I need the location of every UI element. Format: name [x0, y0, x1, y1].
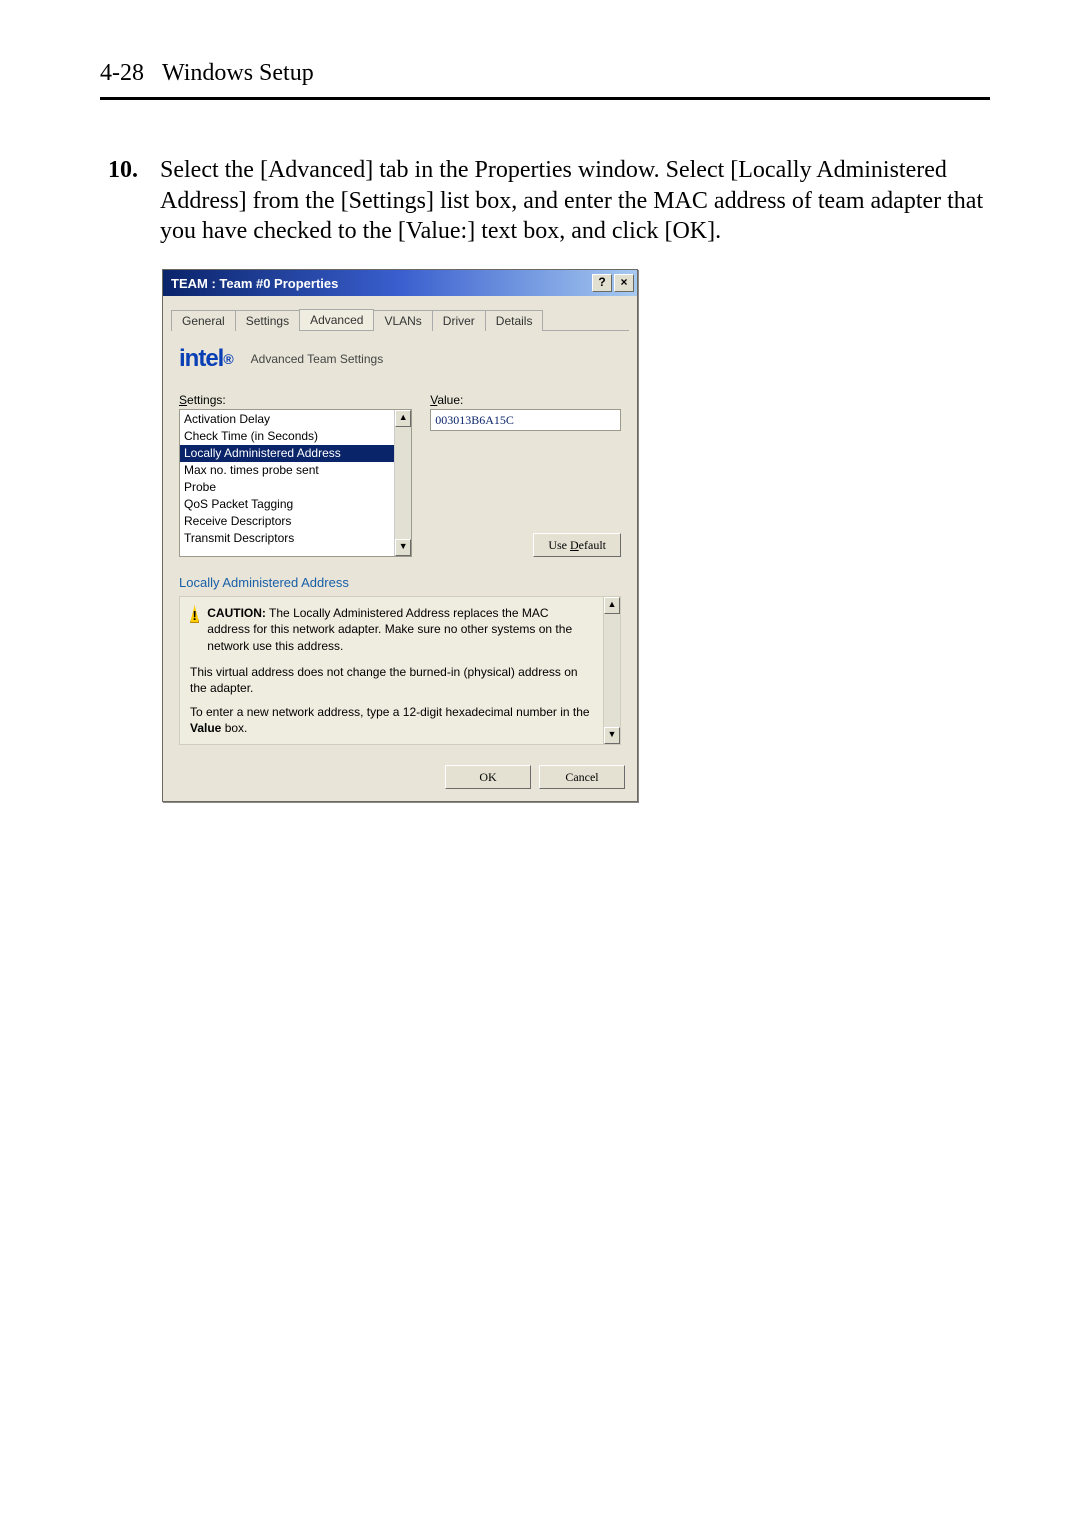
list-item[interactable]: Receive Descriptors	[180, 513, 394, 530]
titlebar: TEAM : Team #0 Properties ? ×	[163, 270, 637, 296]
list-item[interactable]: Max no. times probe sent	[180, 462, 394, 479]
panel-subtitle: Advanced Team Settings	[251, 352, 384, 366]
tab-driver[interactable]: Driver	[432, 310, 486, 331]
scroll-up-icon[interactable]: ▲	[604, 597, 620, 614]
list-item[interactable]: Activation Delay	[180, 411, 394, 428]
description-paragraph: This virtual address does not change the…	[190, 664, 593, 696]
settings-label: Settings:	[179, 393, 412, 407]
tab-advanced[interactable]: Advanced	[299, 309, 374, 330]
list-item[interactable]: QoS Packet Tagging	[180, 496, 394, 513]
tab-strip: General Settings Advanced VLANs Driver D…	[171, 306, 629, 330]
step-number: 10.	[100, 155, 138, 184]
value-input[interactable]	[430, 409, 621, 431]
tab-content-advanced: intel® Advanced Team Settings Settings: …	[163, 331, 637, 755]
running-header: 4-28 Windows Setup	[100, 60, 990, 87]
dialog-button-row: OK Cancel	[163, 755, 637, 801]
tab-vlans[interactable]: VLANs	[373, 310, 432, 331]
scroll-up-icon[interactable]: ▲	[395, 410, 411, 427]
value-label: Value:	[430, 393, 621, 407]
close-button[interactable]: ×	[614, 274, 634, 292]
scroll-down-icon[interactable]: ▼	[604, 727, 620, 744]
description-scrollbar[interactable]: ▲ ▼	[604, 596, 621, 745]
selected-setting-name: Locally Administered Address	[179, 575, 621, 590]
tab-settings[interactable]: Settings	[235, 310, 300, 331]
list-scrollbar[interactable]: ▲ ▼	[394, 410, 411, 556]
tab-details[interactable]: Details	[485, 310, 544, 331]
warning-icon	[190, 605, 199, 623]
intel-logo: intel®	[179, 345, 233, 373]
step-text: Select the [Advanced] tab in the Propert…	[160, 155, 990, 247]
instruction-step: 10. Select the [Advanced] tab in the Pro…	[100, 155, 990, 247]
ok-button[interactable]: OK	[445, 765, 531, 789]
settings-listbox[interactable]: Activation Delay Check Time (in Seconds)…	[179, 409, 412, 557]
list-item[interactable]: Probe	[180, 479, 394, 496]
tab-general[interactable]: General	[171, 310, 236, 331]
page-number: 4-28	[100, 60, 144, 86]
list-item[interactable]: Transmit Descriptors	[180, 530, 394, 547]
description-paragraph: To enter a new network address, type a 1…	[190, 704, 593, 736]
list-item-selected[interactable]: Locally Administered Address	[180, 445, 394, 462]
properties-dialog: TEAM : Team #0 Properties ? × General Se…	[162, 269, 638, 802]
list-item[interactable]: Check Time (in Seconds)	[180, 428, 394, 445]
section-title: Windows Setup	[162, 60, 314, 86]
help-button[interactable]: ?	[592, 274, 612, 292]
scroll-down-icon[interactable]: ▼	[395, 539, 411, 556]
caution-text: CAUTION: The Locally Administered Addres…	[207, 605, 593, 654]
use-default-button[interactable]: Use Default	[533, 533, 621, 557]
header-rule	[100, 97, 990, 100]
dialog-title: TEAM : Team #0 Properties	[171, 276, 338, 291]
cancel-button[interactable]: Cancel	[539, 765, 625, 789]
description-box: CAUTION: The Locally Administered Addres…	[179, 596, 621, 745]
